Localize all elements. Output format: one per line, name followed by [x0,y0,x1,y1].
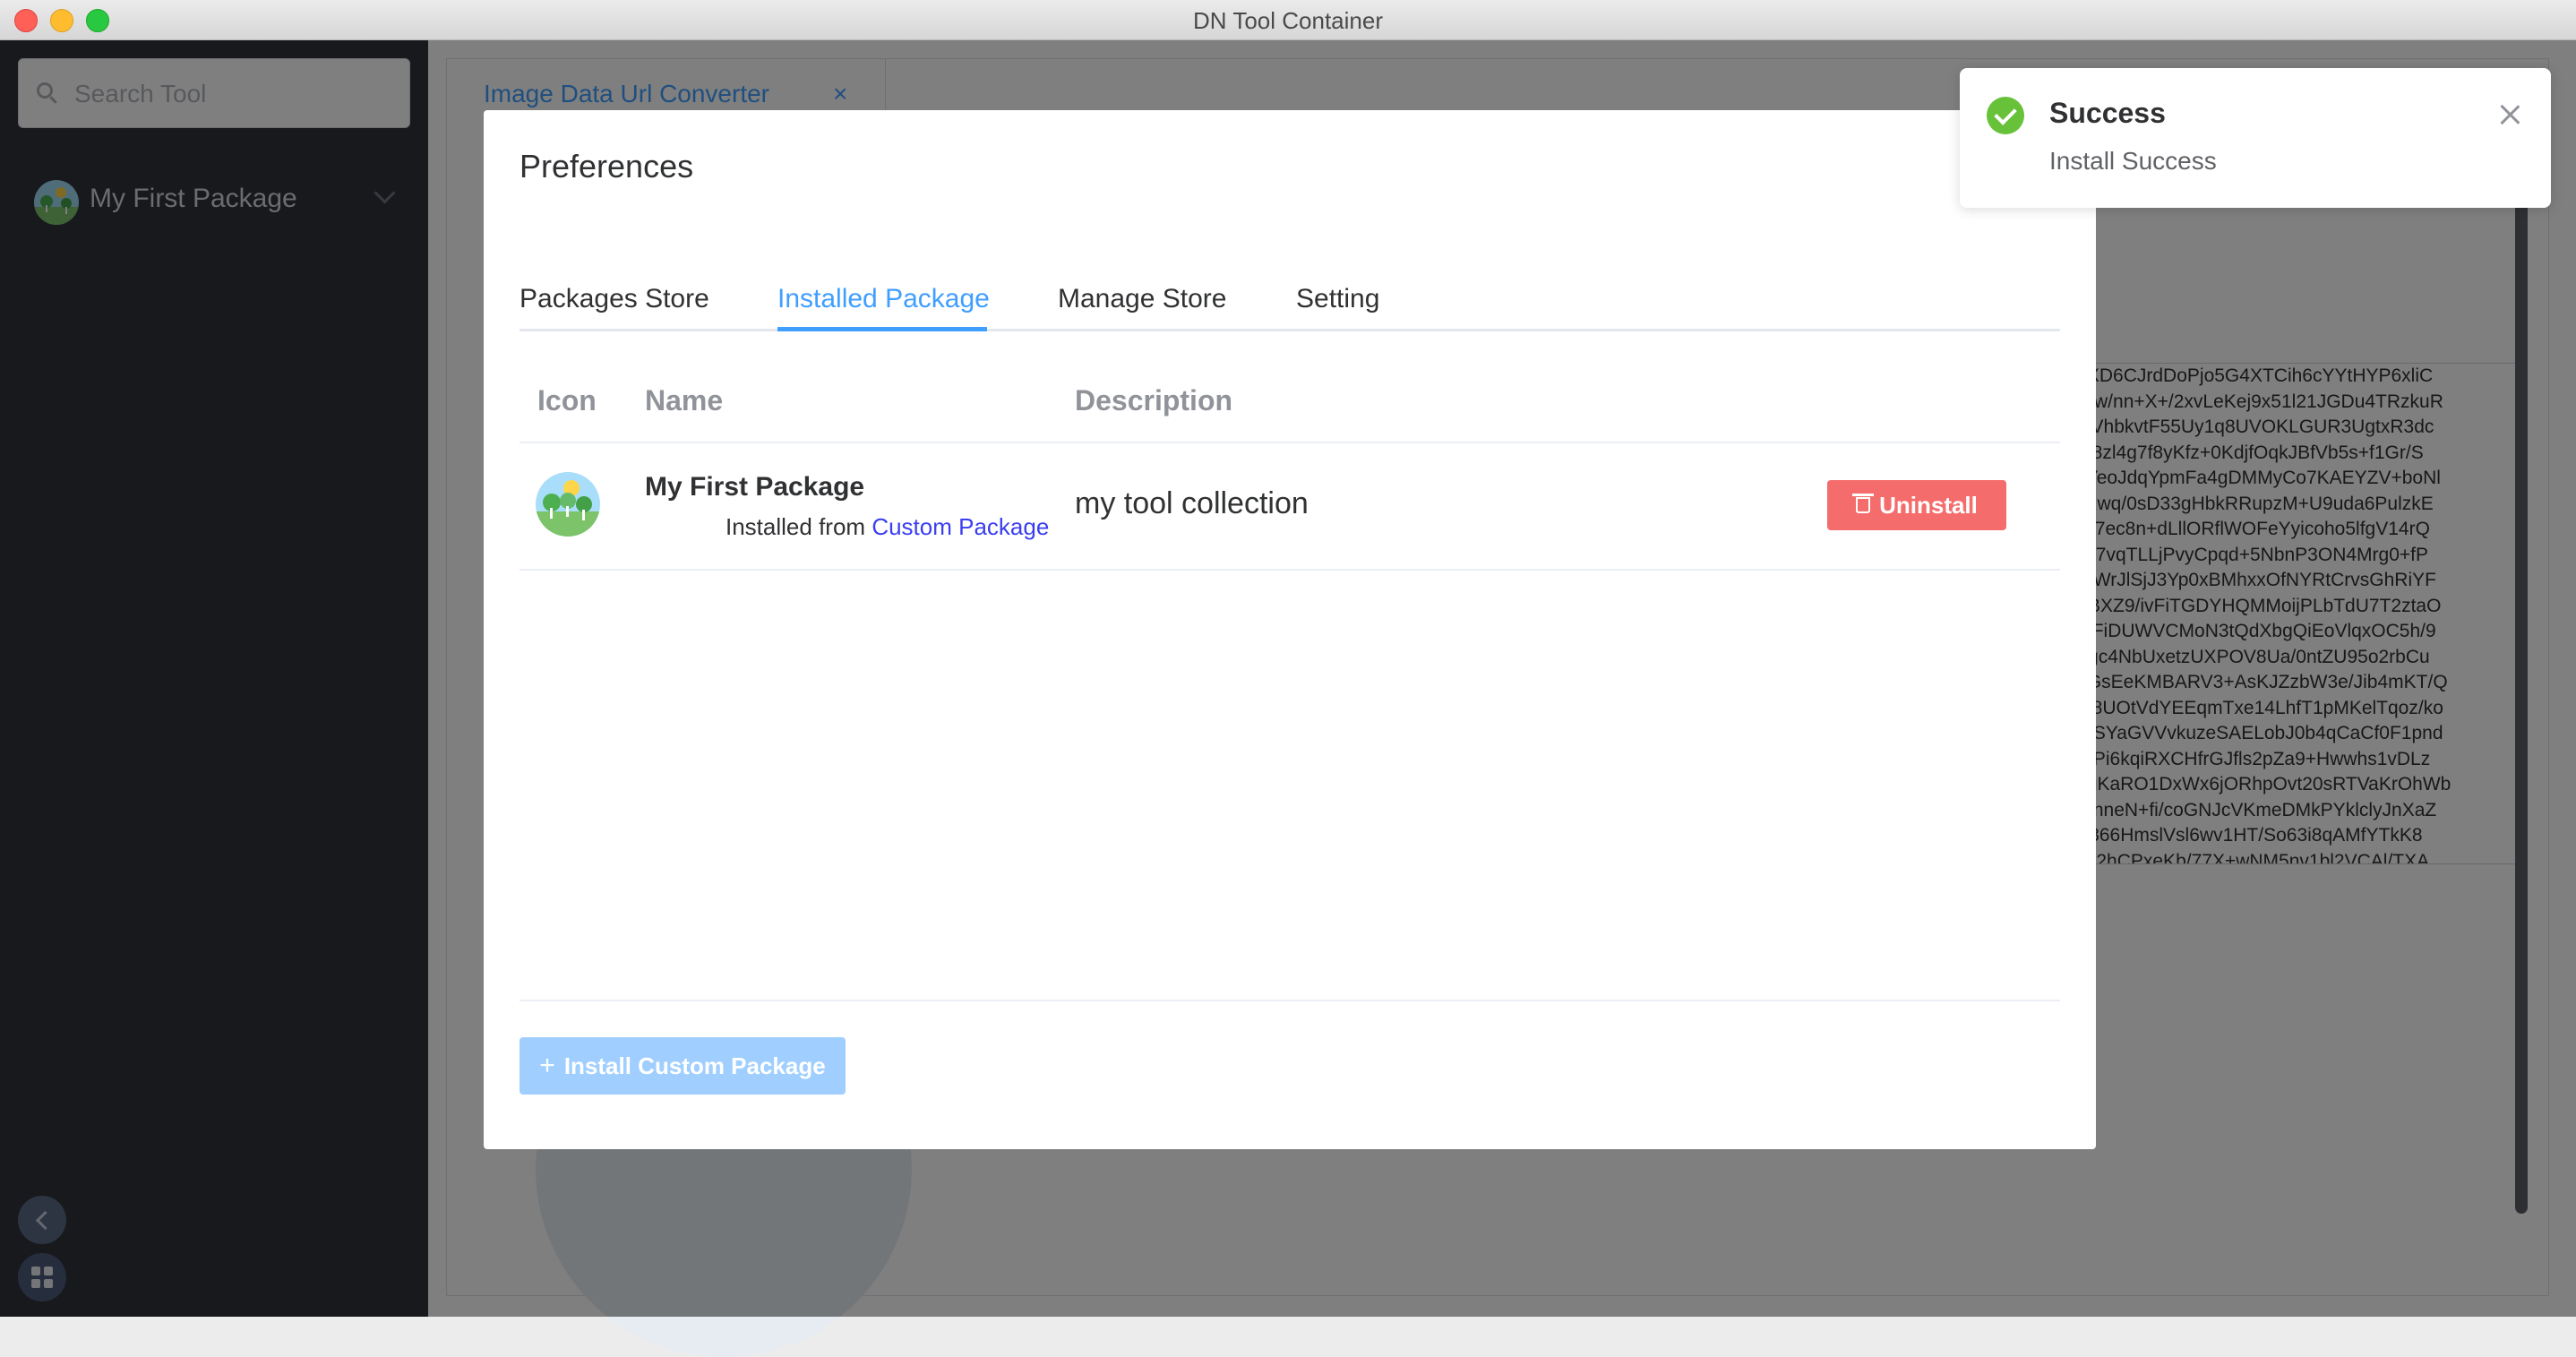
preferences-dialog: Preferences Packages Store Installed Pac… [484,110,2096,1149]
table-row-divider [519,569,2060,571]
notification-title: Success [2049,97,2166,129]
tab-setting[interactable]: Setting [1296,284,1379,314]
dialog-title: Preferences [519,148,694,185]
plus-icon: + [539,1051,555,1080]
package-name: My First Package [645,472,865,502]
tab-packages-store[interactable]: Packages Store [519,284,709,314]
tab-manage-store[interactable]: Manage Store [1058,284,1226,314]
install-custom-package-label: Install Custom Package [563,1052,826,1079]
table-header-divider [519,442,2060,443]
custom-package-link[interactable]: Custom Package [872,513,1049,540]
window-title: DN Tool Container [1193,7,1383,34]
uninstall-label: Uninstall [1879,491,1978,519]
install-custom-package-button[interactable]: + Install Custom Package [519,1037,846,1095]
installed-from-text: Installed from Custom Package [726,513,1049,541]
active-tab-indicator [777,327,987,331]
package-description: my tool collection [1075,486,1309,520]
footer-divider [519,1000,2060,1001]
close-icon[interactable] [2495,100,2524,129]
notification-message: Install Success [2049,147,2217,175]
column-header-icon: Icon [537,384,597,417]
success-notification: Success Install Success [1960,68,2551,208]
column-header-name: Name [645,384,724,417]
check-circle-icon [1987,97,2024,134]
trash-icon [1852,494,1875,513]
tabs-divider [519,329,2060,331]
column-header-description: Description [1075,384,1233,417]
window-titlebar: DN Tool Container [0,0,2576,40]
landscape-trees-icon [536,472,600,537]
uninstall-button[interactable]: Uninstall [1827,480,2006,530]
installed-from-prefix: Installed from [726,513,866,540]
tab-installed-package[interactable]: Installed Package [777,284,990,314]
